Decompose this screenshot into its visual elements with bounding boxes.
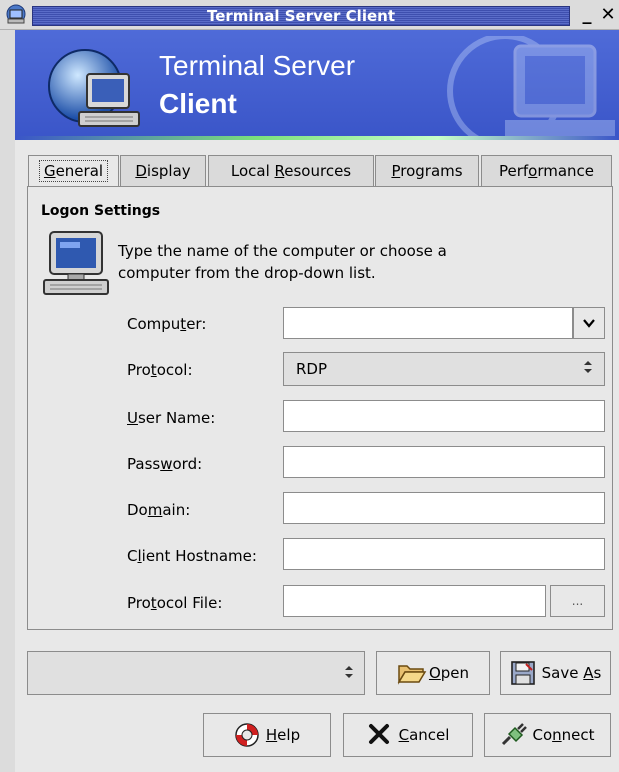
window-title: Terminal Server Client [206, 7, 395, 25]
domain-input[interactable] [283, 492, 605, 524]
banner-title-line1: Terminal Server [159, 50, 356, 81]
x-mark-icon [367, 722, 393, 748]
tab-display[interactable]: Display [120, 155, 206, 187]
protocol-value: RDP [296, 360, 328, 378]
protocol-file-input[interactable] [283, 585, 546, 617]
save-as-button[interactable]: Save As [500, 651, 611, 695]
password-label: Password: [127, 455, 203, 473]
connect-button[interactable]: Connect [484, 713, 611, 757]
computer-dropdown-button[interactable] [573, 307, 605, 339]
user-name-label: User Name: [127, 409, 216, 427]
domain-label: Domain: [127, 501, 191, 519]
connect-label: Connect [532, 726, 595, 744]
app-icon[interactable] [4, 4, 28, 26]
protocol-select[interactable]: RDP [283, 352, 605, 386]
password-input[interactable] [283, 446, 605, 478]
banner: Terminal Server Client [15, 30, 619, 140]
protocol-file-label: Protocol File: [127, 594, 223, 612]
banner-title-line2: Client [159, 88, 237, 119]
user-name-input[interactable] [283, 400, 605, 432]
protocol-label: Protocol: [127, 361, 193, 379]
save-as-label: Save As [541, 664, 602, 682]
chevron-updown-icon [578, 359, 598, 379]
lifebuoy-icon [234, 722, 260, 748]
cancel-label: Cancel [398, 726, 450, 744]
banner-accent-line [15, 136, 619, 140]
tab-programs[interactable]: Programs [375, 155, 479, 187]
computer-icon [40, 228, 112, 298]
client-hostname-input[interactable] [283, 538, 605, 570]
profile-select[interactable] [27, 651, 365, 695]
banner-computer-icon [45, 46, 145, 132]
logon-description: Type the name of the computer or choose … [118, 242, 447, 282]
chevron-updown-icon [342, 664, 356, 682]
help-button[interactable]: Help [203, 713, 331, 757]
browse-button[interactable]: ... [550, 585, 605, 617]
plug-icon [500, 722, 528, 748]
tab-general[interactable]: General [28, 155, 119, 188]
banner-watermark-icon [445, 33, 615, 140]
computer-input[interactable] [283, 307, 573, 339]
minimize-button[interactable]: _ [578, 4, 596, 26]
chevron-down-icon [583, 319, 595, 328]
floppy-disk-icon [510, 660, 536, 686]
section-title: Logon Settings [41, 203, 161, 219]
close-button[interactable]: ✕ [598, 4, 618, 26]
title-bar: Terminal Server Client _ ✕ [0, 0, 619, 30]
window-border [0, 30, 15, 772]
tab-performance[interactable]: Performance [481, 155, 612, 187]
client-hostname-label: Client Hostname: [127, 547, 257, 565]
tab-general-label: General [38, 160, 109, 182]
open-label: Open [428, 664, 470, 682]
open-button[interactable]: Open [376, 651, 490, 695]
computer-label: Computer: [127, 315, 207, 333]
cancel-button[interactable]: Cancel [343, 713, 473, 757]
help-label: Help [265, 726, 301, 744]
tab-local-resources[interactable]: Local Resources [208, 155, 374, 187]
folder-open-icon [397, 660, 427, 686]
